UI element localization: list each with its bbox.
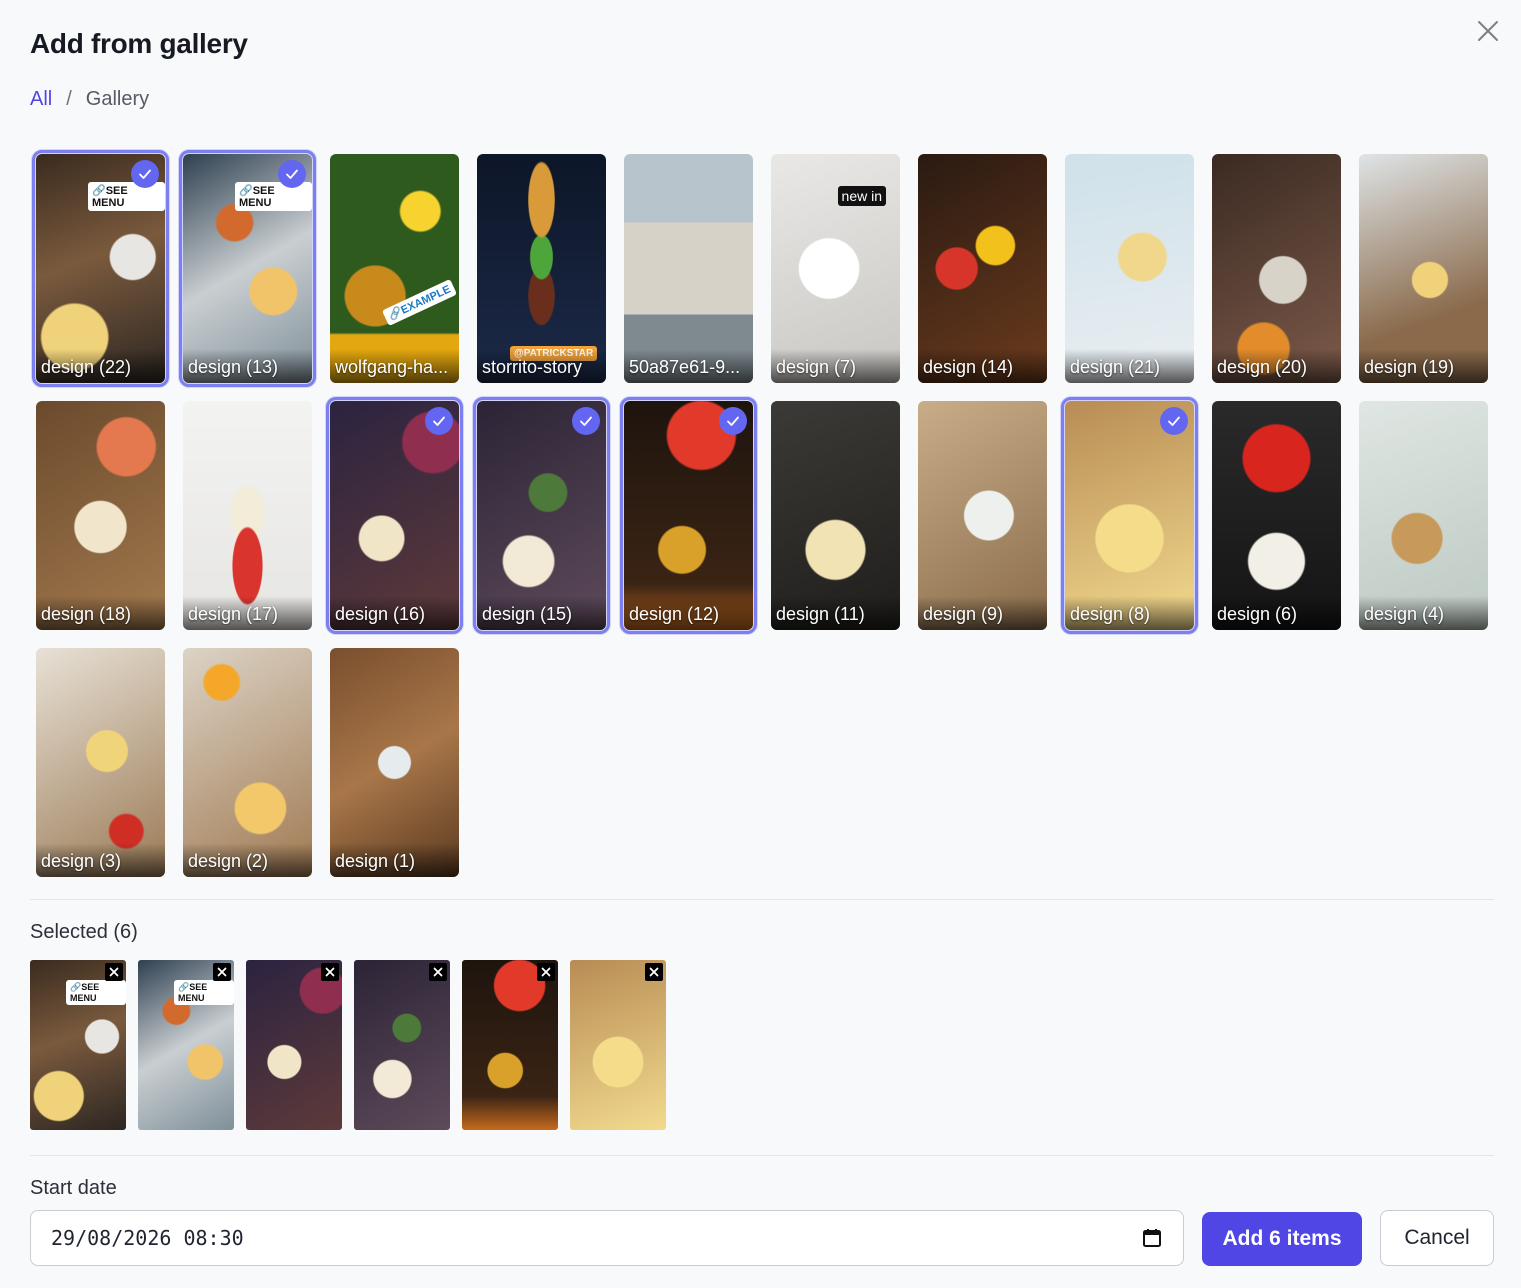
thumbnail-sticker-text: 🔗SEE MENU bbox=[174, 980, 234, 1005]
checkmark-icon[interactable] bbox=[572, 407, 600, 435]
tile-label: design (12) bbox=[629, 604, 720, 624]
thumbnail-image bbox=[570, 960, 666, 1130]
tile-label: design (17) bbox=[188, 604, 279, 624]
tile-label: design (2) bbox=[188, 851, 269, 871]
tile-sticker-text: 🔗SEE MENU bbox=[235, 182, 312, 211]
close-icon bbox=[217, 967, 227, 977]
checkmark-icon[interactable] bbox=[131, 160, 159, 188]
remove-selected-button[interactable] bbox=[429, 963, 447, 981]
gallery-tile[interactable]: design (3) bbox=[36, 648, 165, 877]
close-icon bbox=[1478, 21, 1498, 41]
gallery-tile[interactable]: design (11) bbox=[771, 401, 900, 630]
selected-thumbnail bbox=[354, 960, 450, 1130]
breadcrumb-all-link[interactable]: All bbox=[30, 88, 52, 111]
breadcrumb-current: Gallery bbox=[85, 88, 150, 110]
section-divider bbox=[30, 1155, 1494, 1156]
tile-label: design (15) bbox=[482, 604, 573, 624]
gallery-tile[interactable]: design (12) bbox=[620, 397, 757, 634]
tile-label: design (7) bbox=[776, 357, 857, 377]
gallery-tile[interactable]: 🔗SEE MENU design (13) bbox=[179, 150, 316, 387]
tile-label: 50a87e61-9... bbox=[629, 357, 741, 377]
start-date-label: Start date bbox=[30, 1177, 117, 1199]
checkmark-icon[interactable] bbox=[719, 407, 747, 435]
gallery-tile[interactable]: 🔗EXAMPLE wolfgang-ha... bbox=[330, 154, 459, 383]
tile-label: design (19) bbox=[1364, 357, 1455, 377]
gallery-tile[interactable]: 50a87e61-9... bbox=[624, 154, 753, 383]
close-icon bbox=[325, 967, 335, 977]
start-date-input[interactable]: 29/08/2026 08:30 bbox=[30, 1210, 1184, 1266]
start-date-value[interactable]: 29/08/2026 08:30 bbox=[51, 1226, 1141, 1250]
gallery-tile[interactable]: design (8) bbox=[1061, 397, 1198, 634]
gallery-tile[interactable]: design (19) bbox=[1359, 154, 1488, 383]
close-icon bbox=[649, 967, 659, 977]
gallery-tile[interactable]: design (14) bbox=[918, 154, 1047, 383]
tile-label: design (9) bbox=[923, 604, 1004, 624]
tile-label: design (6) bbox=[1217, 604, 1298, 624]
remove-selected-button[interactable] bbox=[321, 963, 339, 981]
gallery-tile[interactable]: design (20) bbox=[1212, 154, 1341, 383]
remove-selected-button[interactable] bbox=[213, 963, 231, 981]
gallery-tile[interactable]: design (18) bbox=[36, 401, 165, 630]
close-icon bbox=[541, 967, 551, 977]
checkmark-icon[interactable] bbox=[278, 160, 306, 188]
gallery-tile[interactable]: design (6) bbox=[1212, 401, 1341, 630]
add-items-button[interactable]: Add 6 items bbox=[1202, 1212, 1362, 1266]
tile-label: design (8) bbox=[1070, 604, 1151, 624]
selected-thumbnail: 🔗SEE MENU bbox=[138, 960, 234, 1130]
gallery-tile[interactable]: design (9) bbox=[918, 401, 1047, 630]
tile-label: design (11) bbox=[776, 604, 865, 624]
tile-label: design (1) bbox=[335, 851, 416, 871]
tile-sticker-text: new in bbox=[837, 186, 886, 206]
breadcrumb: All / Gallery bbox=[30, 88, 149, 111]
tile-label: design (20) bbox=[1217, 357, 1308, 377]
thumbnail-image bbox=[246, 960, 342, 1130]
checkmark-icon[interactable] bbox=[425, 407, 453, 435]
calendar-icon[interactable] bbox=[1141, 1227, 1163, 1249]
selected-thumbnail bbox=[570, 960, 666, 1130]
tile-label: design (18) bbox=[41, 604, 132, 624]
cancel-button[interactable]: Cancel bbox=[1380, 1210, 1494, 1266]
gallery-tile[interactable]: design (15) bbox=[473, 397, 610, 634]
tile-label: design (3) bbox=[41, 851, 122, 871]
thumbnail-image bbox=[354, 960, 450, 1130]
gallery-tile[interactable]: design (16) bbox=[326, 397, 463, 634]
tile-label: design (16) bbox=[335, 604, 426, 624]
selected-section-title: Selected (6) bbox=[30, 921, 138, 943]
close-icon bbox=[109, 967, 119, 977]
thumbnail-image bbox=[462, 960, 558, 1130]
gallery-grid: 🔗SEE MENU design (22) 🔗SEE MENU design (13)… bbox=[32, 150, 1496, 877]
dialog-title: Add from gallery bbox=[30, 28, 248, 59]
tile-label: design (22) bbox=[41, 357, 132, 377]
gallery-tile[interactable]: 🔗SEE MENU design (22) bbox=[32, 150, 169, 387]
tile-sticker-text: 🔗SEE MENU bbox=[88, 182, 165, 211]
selected-thumbnail: 🔗SEE MENU bbox=[30, 960, 126, 1130]
gallery-tile[interactable]: design (21) bbox=[1065, 154, 1194, 383]
gallery-tile[interactable]: @PATRICKSTARstorrito-story bbox=[477, 154, 606, 383]
gallery-tile[interactable]: design (4) bbox=[1359, 401, 1488, 630]
gallery-tile[interactable]: design (17) bbox=[183, 401, 312, 630]
tile-label: design (13) bbox=[188, 357, 279, 377]
selected-thumbnail bbox=[462, 960, 558, 1130]
tile-label: design (4) bbox=[1364, 604, 1445, 624]
tile-label: wolfgang-ha... bbox=[335, 357, 449, 377]
remove-selected-button[interactable] bbox=[645, 963, 663, 981]
gallery-tile[interactable]: design (2) bbox=[183, 648, 312, 877]
thumbnail-sticker-text: 🔗SEE MENU bbox=[66, 980, 126, 1005]
gallery-tile[interactable]: new in design (7) bbox=[771, 154, 900, 383]
selected-thumbnails: 🔗SEE MENU 🔗SEE MENU bbox=[30, 960, 666, 1130]
remove-selected-button[interactable] bbox=[537, 963, 555, 981]
tile-label: storrito-story bbox=[482, 357, 583, 377]
remove-selected-button[interactable] bbox=[105, 963, 123, 981]
checkmark-icon[interactable] bbox=[1160, 407, 1188, 435]
close-icon bbox=[433, 967, 443, 977]
section-divider bbox=[30, 899, 1494, 900]
breadcrumb-separator: / bbox=[66, 88, 72, 110]
selected-thumbnail bbox=[246, 960, 342, 1130]
tile-label: design (21) bbox=[1070, 357, 1161, 377]
tile-label: design (14) bbox=[923, 357, 1014, 377]
close-button[interactable] bbox=[1474, 17, 1502, 45]
gallery-tile[interactable]: design (1) bbox=[330, 648, 459, 877]
